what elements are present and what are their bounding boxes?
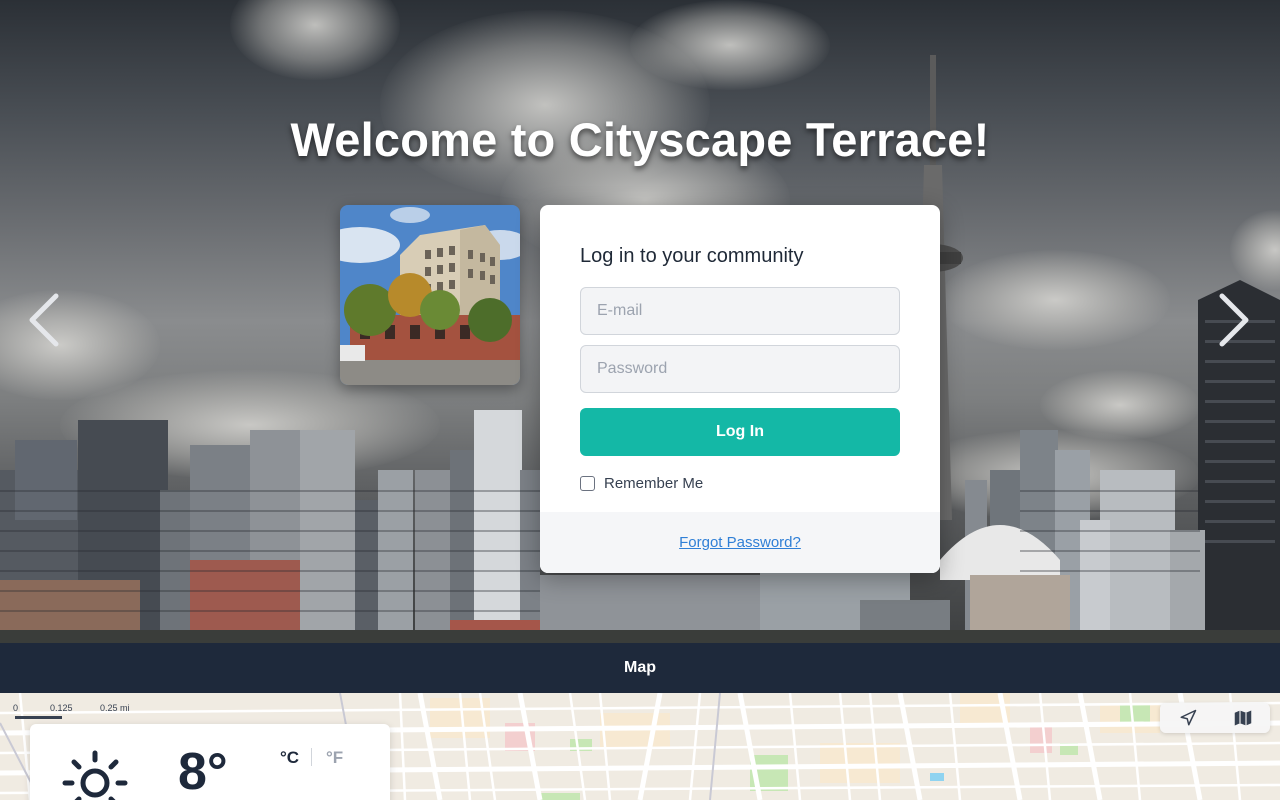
chevron-right-icon	[1219, 293, 1249, 347]
password-field[interactable]	[580, 345, 900, 393]
map-section-header: Map	[0, 643, 1280, 693]
fahrenheit-toggle[interactable]: °F	[326, 748, 343, 768]
locate-button[interactable]	[1175, 705, 1201, 731]
login-card: Log in to your community Log In Remember…	[540, 205, 940, 573]
sun-icon	[62, 750, 128, 800]
map-controls	[1160, 703, 1270, 733]
scale-label-end: 0.25 mi	[100, 703, 130, 713]
chevron-left-icon	[29, 293, 59, 347]
unit-divider	[311, 748, 312, 766]
login-button[interactable]: Log In	[580, 408, 900, 456]
navigation-arrow-icon	[1180, 709, 1196, 726]
hero-title: Welcome to Cityscape Terrace!	[290, 113, 990, 166]
scale-label-start: 0	[13, 703, 19, 713]
celsius-toggle[interactable]: °C	[280, 748, 299, 768]
carousel-prev-button[interactable]	[24, 288, 64, 352]
forgot-password-link[interactable]: Forgot Password?	[679, 534, 801, 551]
map-layers-button[interactable]	[1230, 705, 1256, 731]
map-section-title: Map	[624, 659, 656, 676]
community-building-photo	[340, 205, 520, 385]
scale-label-mid: 0.125	[50, 703, 73, 713]
remember-me-label: Remember Me	[604, 475, 704, 492]
login-card-footer: Forgot Password?	[540, 512, 940, 573]
remember-me-checkbox[interactable]	[580, 476, 595, 491]
login-heading: Log in to your community	[580, 245, 804, 267]
weather-widget: 8° °C °F	[30, 724, 390, 800]
remember-me[interactable]: Remember Me	[580, 475, 703, 492]
temperature-value: 8°	[178, 743, 228, 800]
carousel-next-button[interactable]	[1214, 288, 1254, 352]
email-field[interactable]	[580, 287, 900, 335]
map-icon	[1234, 710, 1251, 726]
map-scale-bar	[15, 716, 62, 719]
